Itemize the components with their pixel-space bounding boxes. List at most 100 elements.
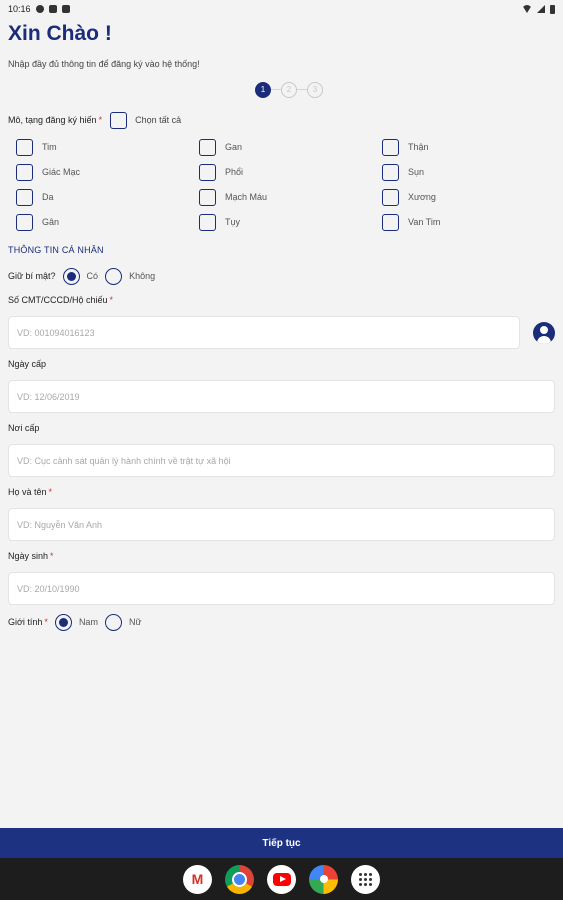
secret-label: Giữ bí mật? [8, 271, 56, 281]
photos-icon[interactable] [309, 864, 338, 894]
organ-grid: Tim Gan Thận Giác Mạc Phổi Sụn Da Mạch M… [16, 138, 563, 231]
user-profile-icon[interactable] [533, 321, 555, 344]
settings-icon [35, 5, 44, 13]
organ-checkbox[interactable] [199, 213, 216, 231]
issue-place-label: Nơi cấp [8, 423, 40, 433]
shield-icon [48, 5, 57, 13]
secret-option-yes[interactable]: Có [62, 267, 99, 285]
status-right [522, 4, 555, 14]
organ-item-gan-tendon[interactable]: Gân [16, 213, 199, 231]
organ-checkbox[interactable] [16, 188, 33, 206]
step-3: 3 [307, 81, 323, 98]
continue-button[interactable]: Tiếp tục [0, 828, 563, 858]
organ-checkbox[interactable] [16, 163, 33, 181]
step-2: 2 [281, 81, 297, 98]
radio-female[interactable] [104, 613, 122, 631]
organ-label: Tụy [225, 217, 241, 227]
organ-label: Mô, tạng đăng ký hiến * [8, 115, 103, 125]
full-name-row: VD: Nguyễn Văn Anh [8, 508, 555, 541]
organ-header: Mô, tạng đăng ký hiến * Chọn tất cả [8, 110, 563, 130]
app-dock: M [0, 858, 563, 900]
step-connector [297, 89, 307, 90]
gender-row: Giới tính * Nam Nữ [8, 613, 563, 631]
organ-item-mach-mau[interactable]: Mạch Máu [199, 188, 382, 206]
organ-checkbox[interactable] [199, 188, 216, 206]
secret-row: Giữ bí mật? Có Không [8, 267, 563, 285]
youtube-icon[interactable] [267, 864, 296, 894]
organ-label: Xương [408, 192, 436, 202]
organ-label: Giác Mạc [42, 167, 81, 177]
radio-yes-label: Có [86, 271, 99, 281]
status-time: 10:16 [8, 4, 31, 14]
issue-place-input[interactable]: VD: Cục cảnh sát quản lý hành chính về t… [8, 444, 555, 477]
organ-item-gan[interactable]: Gan [199, 138, 382, 156]
id-number-row: VD: 001094016123 [8, 316, 555, 349]
organ-item-than[interactable]: Thận [382, 138, 562, 156]
organ-checkbox[interactable] [382, 163, 399, 181]
issue-date-row: VD: 12/06/2019 [8, 380, 555, 413]
page-title: Xin Chào ! [8, 22, 112, 45]
radio-no-label: Không [129, 271, 156, 281]
organ-checkbox[interactable] [16, 213, 33, 231]
organ-item-sun[interactable]: Sụn [382, 163, 562, 181]
gender-option-female[interactable]: Nữ [104, 613, 142, 631]
radio-male[interactable] [54, 613, 72, 631]
organ-item-giac-mac[interactable]: Giác Mạc [16, 163, 199, 181]
organ-item-tuy[interactable]: Tụy [199, 213, 382, 231]
organ-item-xuong[interactable]: Xương [382, 188, 562, 206]
organ-label: Sụn [408, 167, 425, 177]
chrome-icon[interactable] [225, 864, 254, 894]
personal-info-title: THÔNG TIN CÁ NHÂN [8, 245, 104, 255]
organ-label: Thận [408, 142, 429, 152]
gender-label: Giới tính * [8, 617, 48, 627]
step-connector [271, 89, 281, 90]
wifi-icon [522, 5, 532, 13]
select-all-label: Chọn tất cả [135, 115, 182, 125]
issue-date-label: Ngày cấp [8, 359, 47, 369]
status-bar: 10:16 [0, 0, 563, 18]
organ-checkbox[interactable] [16, 138, 33, 156]
organ-checkbox[interactable] [382, 138, 399, 156]
organ-label: Tim [42, 142, 57, 152]
radio-no[interactable] [105, 267, 123, 285]
signal-icon [537, 5, 545, 13]
issue-date-input[interactable]: VD: 12/06/2019 [8, 380, 555, 413]
organ-item-da[interactable]: Da [16, 188, 199, 206]
organ-checkbox[interactable] [199, 163, 216, 181]
radio-male-label: Nam [78, 617, 98, 627]
organ-label: Van Tim [408, 217, 441, 227]
organ-label: Gân [42, 217, 60, 227]
gmail-icon[interactable]: M [183, 864, 212, 894]
id-number-label: Số CMT/CCCD/Hộ chiếu * [8, 295, 114, 305]
organ-item-phoi[interactable]: Phổi [199, 163, 382, 181]
organ-label: Phổi [225, 167, 244, 177]
issue-place-row: VD: Cục cảnh sát quản lý hành chính về t… [8, 444, 555, 477]
organ-checkbox[interactable] [382, 213, 399, 231]
organ-item-tim[interactable]: Tim [16, 138, 199, 156]
organ-checkbox[interactable] [382, 188, 399, 206]
birth-date-label: Ngày sinh * [8, 551, 54, 561]
birth-date-row: VD: 20/10/1990 [8, 572, 555, 605]
select-all-checkbox[interactable] [110, 111, 128, 129]
gender-option-male[interactable]: Nam [54, 613, 98, 631]
organ-label: Da [42, 192, 54, 202]
full-name-input[interactable]: VD: Nguyễn Văn Anh [8, 508, 555, 541]
organ-checkbox[interactable] [199, 138, 216, 156]
select-all-option[interactable]: Chọn tất cả [110, 111, 182, 129]
full-name-label: Họ và tên * [8, 487, 53, 497]
radio-female-label: Nữ [128, 617, 142, 627]
app-drawer-icon[interactable] [351, 864, 380, 894]
sim-icon [61, 5, 70, 13]
status-left: 10:16 [8, 4, 70, 14]
secret-option-no[interactable]: Không [105, 267, 156, 285]
battery-icon [550, 4, 555, 14]
step-1: 1 [255, 81, 271, 98]
organ-label: Mạch Máu [225, 192, 268, 202]
organ-label: Gan [225, 142, 243, 152]
birth-date-input[interactable]: VD: 20/10/1990 [8, 572, 555, 605]
stepper: 1 2 3 [0, 81, 563, 98]
id-number-input[interactable]: VD: 001094016123 [8, 316, 520, 349]
page-subtitle: Nhập đầy đủ thông tin để đăng ký vào hệ … [8, 59, 200, 69]
organ-item-van-tim[interactable]: Van Tim [382, 213, 562, 231]
radio-yes[interactable] [62, 267, 80, 285]
